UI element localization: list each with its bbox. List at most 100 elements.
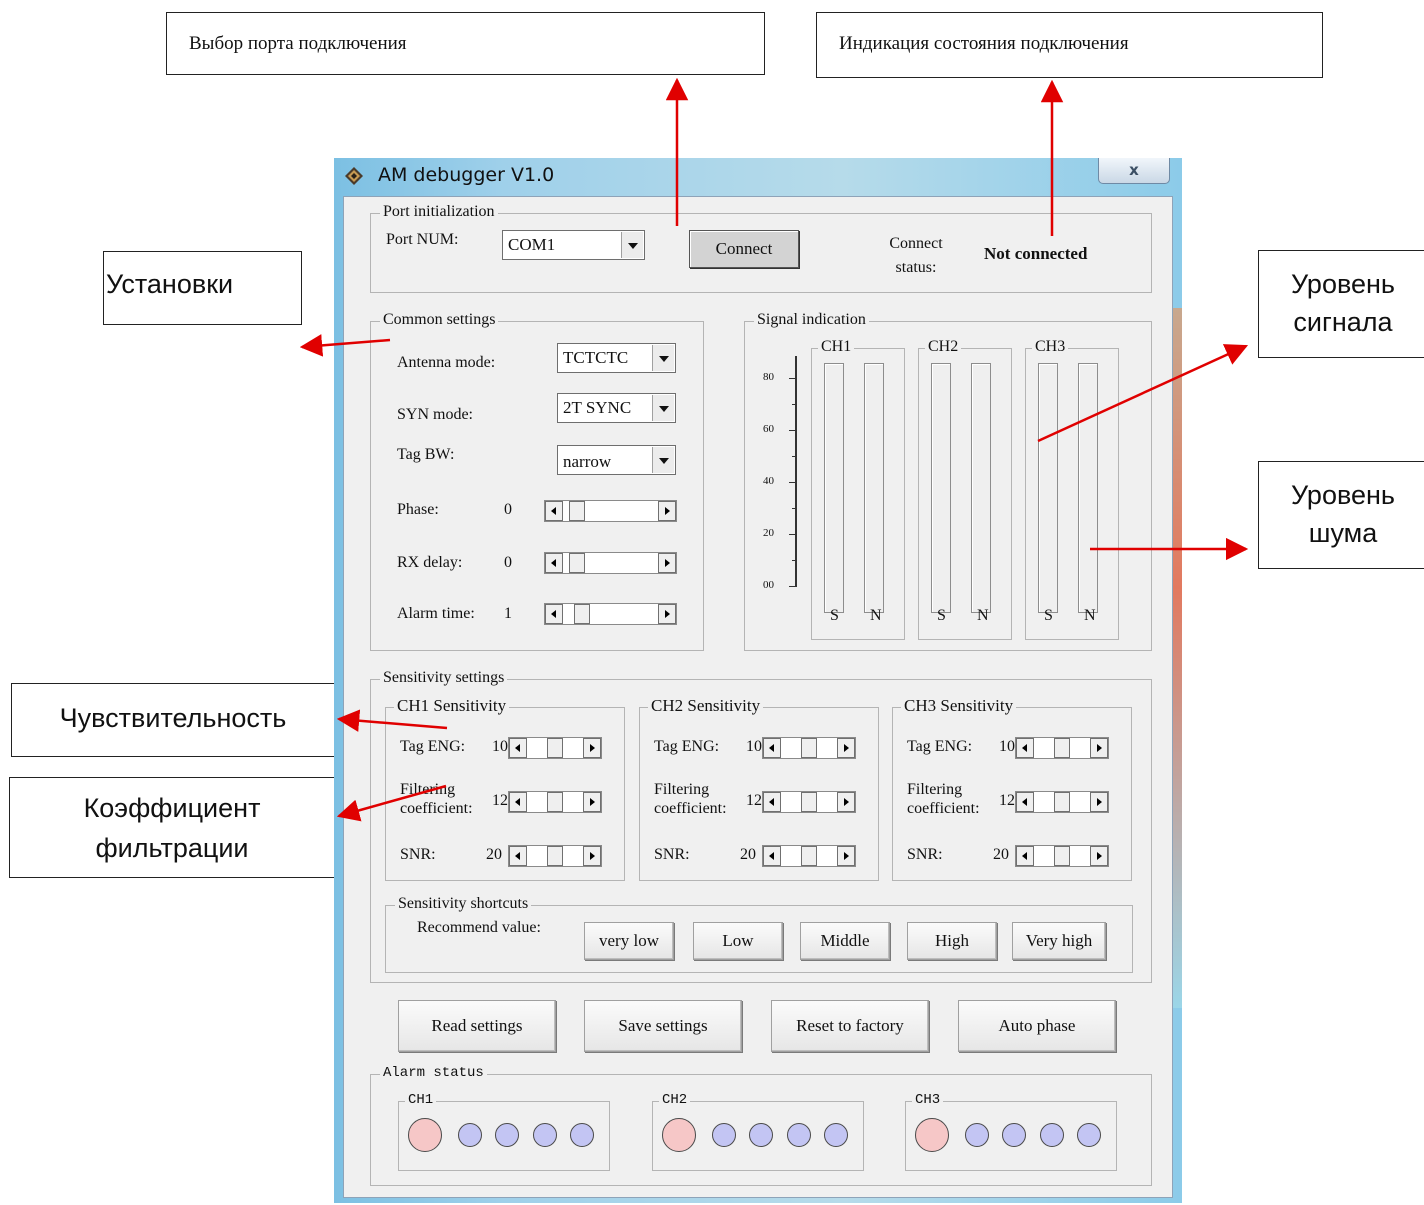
scroll-right-icon[interactable] [583, 792, 601, 812]
app-window: AM debugger V1.0 x Port initialization P… [334, 158, 1182, 1203]
slider-thumb[interactable] [1054, 846, 1070, 866]
scroll-left-icon[interactable] [1016, 738, 1034, 758]
scroll-right-icon[interactable] [1090, 846, 1108, 866]
scroll-left-icon[interactable] [545, 604, 563, 624]
shortcuts-group: Sensitivity shortcuts Recommend value: v… [385, 895, 1133, 973]
sensitivity-channel-2: CH2 Sensitivity Tag ENG: 10 Filtering coeffi… [639, 696, 880, 881]
signal-channel-title: CH3 [1032, 338, 1069, 356]
tag-eng-row [386, 737, 626, 761]
scroll-right-icon[interactable] [837, 792, 855, 812]
filter-row [386, 791, 626, 815]
antenna-mode-select[interactable]: TCTCTC [557, 343, 676, 373]
chevron-down-icon[interactable] [652, 447, 674, 473]
slider-thumb[interactable] [801, 738, 817, 758]
chevron-down-icon[interactable] [652, 345, 674, 371]
snr-slider[interactable] [508, 845, 602, 867]
scroll-left-icon[interactable] [763, 738, 781, 758]
alarm-led-main [408, 1118, 442, 1152]
scale-tick [789, 534, 797, 535]
slider-thumb[interactable] [801, 846, 817, 866]
scroll-right-icon[interactable] [837, 846, 855, 866]
scale-tick [789, 430, 797, 431]
filter-slider[interactable] [762, 791, 856, 813]
callout-settings: Установки [103, 251, 302, 325]
scroll-right-icon[interactable] [1090, 792, 1108, 812]
scroll-left-icon[interactable] [763, 792, 781, 812]
phase-value: 0 [504, 501, 512, 518]
save-settings-button[interactable]: Save settings [584, 1000, 742, 1052]
filter-slider[interactable] [1015, 791, 1109, 813]
callout-connect-state: Индикация состояния подключения [816, 12, 1323, 78]
snr-slider[interactable] [762, 845, 856, 867]
chevron-down-icon[interactable] [652, 395, 674, 421]
scroll-left-icon[interactable] [1016, 846, 1034, 866]
callout-filter-coef: Коэффициент фильтрации [9, 777, 335, 878]
alarm-led [495, 1123, 519, 1147]
scroll-right-icon[interactable] [837, 738, 855, 758]
slider-thumb[interactable] [547, 738, 563, 758]
preset-very-low-button[interactable]: very low [584, 922, 674, 960]
alarm-led [1002, 1123, 1026, 1147]
connect-button[interactable]: Connect [689, 230, 799, 268]
scroll-right-icon[interactable] [1090, 738, 1108, 758]
port-select[interactable]: COM1 [502, 230, 645, 260]
snr-row [893, 845, 1133, 869]
preset-middle-button[interactable]: Middle [800, 922, 890, 960]
slider-thumb[interactable] [569, 553, 585, 573]
tag-bw-select[interactable]: narrow [557, 445, 676, 475]
scale-minor-tick [792, 404, 797, 405]
preset-very-high-button[interactable]: Very high [1012, 922, 1106, 960]
scroll-right-icon[interactable] [583, 738, 601, 758]
connect-status-value: Not connected [984, 244, 1088, 263]
close-button[interactable]: x [1098, 158, 1170, 184]
preset-low-button[interactable]: Low [693, 922, 783, 960]
sensitivity-group: Sensitivity settings CH1 Sensitivity Tag … [370, 669, 1152, 983]
slider-thumb[interactable] [569, 501, 585, 521]
slider-thumb[interactable] [547, 846, 563, 866]
scroll-right-icon[interactable] [583, 846, 601, 866]
slider-thumb[interactable] [1054, 792, 1070, 812]
scroll-left-icon[interactable] [509, 792, 527, 812]
scroll-left-icon[interactable] [545, 501, 563, 521]
scroll-right-icon[interactable] [658, 604, 676, 624]
snr-slider[interactable] [1015, 845, 1109, 867]
scroll-left-icon[interactable] [1016, 792, 1034, 812]
scroll-left-icon[interactable] [763, 846, 781, 866]
alarm-time-slider[interactable] [544, 603, 677, 625]
phase-slider[interactable] [544, 500, 677, 522]
scroll-left-icon[interactable] [509, 846, 527, 866]
slider-thumb[interactable] [547, 792, 563, 812]
tag-eng-slider[interactable] [508, 737, 602, 759]
scroll-left-icon[interactable] [509, 738, 527, 758]
slider-thumb[interactable] [574, 604, 590, 624]
signal-channel-title: CH1 [818, 338, 855, 356]
syn-mode-select[interactable]: 2T SYNC [557, 393, 676, 423]
tag-eng-slider[interactable] [1015, 737, 1109, 759]
signal-bar [824, 363, 844, 613]
callout-sensitivity-text: Чувствительность [59, 703, 287, 733]
scale-minor-tick [792, 508, 797, 509]
alarm-channel-title: CH2 [659, 1092, 691, 1108]
scroll-right-icon[interactable] [658, 553, 676, 573]
scale-minor-tick [792, 560, 797, 561]
window-title: AM debugger V1.0 [378, 164, 555, 186]
preset-high-button[interactable]: High [907, 922, 997, 960]
reset-factory-button[interactable]: Reset to factory [771, 1000, 929, 1052]
alarm-led [749, 1123, 773, 1147]
tag-eng-row [640, 737, 880, 761]
alarm-time-label: Alarm time: [397, 605, 475, 622]
auto-phase-button[interactable]: Auto phase [958, 1000, 1116, 1052]
rx-delay-slider[interactable] [544, 552, 677, 574]
snr-row [386, 845, 626, 869]
slider-thumb[interactable] [801, 792, 817, 812]
scale-label: 00 [763, 579, 774, 591]
scroll-right-icon[interactable] [658, 501, 676, 521]
read-settings-button[interactable]: Read settings [398, 1000, 556, 1052]
antenna-mode-value: TCTCTC [563, 348, 629, 367]
tag-eng-slider[interactable] [762, 737, 856, 759]
alarm-time-value: 1 [504, 605, 512, 622]
scroll-left-icon[interactable] [545, 553, 563, 573]
filter-slider[interactable] [508, 791, 602, 813]
slider-thumb[interactable] [1054, 738, 1070, 758]
chevron-down-icon[interactable] [621, 232, 643, 258]
